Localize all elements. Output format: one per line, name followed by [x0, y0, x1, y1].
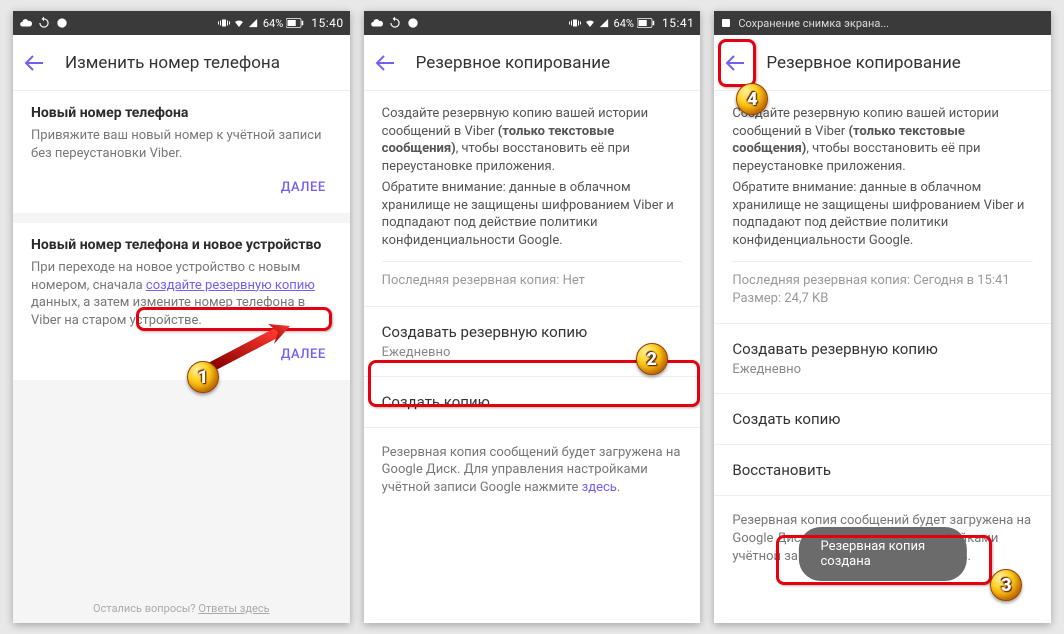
backup-desc: Создайте резервную копию вашей истории с…: [382, 105, 683, 175]
sync-icon: [37, 16, 51, 30]
battery-pct: 64%: [263, 17, 283, 30]
annotation-marker-1: 1: [187, 361, 219, 393]
backup-warning: Обратите внимание: данные в облачном хра…: [732, 179, 1033, 249]
vibrate-icon: [569, 17, 581, 29]
wifi-icon: [584, 17, 596, 29]
google-settings-link[interactable]: здесь: [582, 480, 617, 495]
page-title: Резервное копирование: [766, 53, 960, 73]
cloud-icon: [19, 16, 33, 30]
backup-info-section: Создайте резервную копию вашей истории с…: [714, 91, 1051, 321]
signal-icon: [248, 17, 258, 29]
help-link[interactable]: Ответы здесь: [198, 602, 269, 615]
last-backup-info: Последняя резервная копия: Сегодня в 15:…: [732, 272, 1033, 290]
clock-text: 15:41: [662, 16, 694, 30]
cloud-icon: [370, 16, 384, 30]
clock-text: 15:40: [311, 16, 343, 30]
restore-item[interactable]: Восстановить: [714, 447, 1051, 493]
wifi-icon: [233, 17, 245, 29]
app-bar: Резервное копирование: [364, 35, 701, 91]
create-backup-item[interactable]: Создать копию: [364, 379, 701, 425]
backup-frequency-item[interactable]: Создавать резервную копию Ежедневно: [714, 326, 1051, 391]
back-icon[interactable]: [23, 51, 47, 75]
page-title: Резервное копирование: [416, 53, 610, 73]
vibrate-icon: [218, 17, 230, 29]
section-desc: При переходе на новое устройство с новым…: [31, 259, 332, 329]
viber-notif-icon: [406, 16, 420, 30]
backup-info-section: Создайте резервную копию вашей истории с…: [364, 91, 701, 304]
app-bar: Изменить номер телефона: [13, 35, 350, 91]
footer-help: Остались вопросы? Ответы здесь: [13, 594, 350, 623]
status-bar: Сохранение снимка экрана...: [714, 11, 1051, 35]
next-button[interactable]: ДАЛЕЕ: [275, 172, 332, 203]
toast-message: Резервная копия создана: [799, 527, 967, 581]
phone-screen-2: 64% 15:41 Резервное копирование Создайте…: [364, 11, 701, 623]
new-device-section: Новый номер телефона и новое устройство …: [13, 223, 350, 380]
battery-icon: [637, 17, 655, 29]
annotation-marker-3: 3: [990, 569, 1022, 601]
section-heading: Новый номер телефона и новое устройство: [31, 237, 332, 253]
save-icon: [720, 17, 732, 29]
google-info: Резервная копия сообщений будет загружен…: [364, 430, 701, 507]
battery-pct: 64%: [614, 17, 634, 30]
phone-screen-1: 64% 15:40 Изменить номер телефона Новый …: [13, 11, 350, 623]
viber-notif-icon: [55, 16, 69, 30]
new-number-section: Новый номер телефона Привяжите ваш новый…: [13, 91, 350, 213]
backup-size: Размер: 24,7 KB: [732, 290, 1033, 308]
status-bar: 64% 15:41: [364, 11, 701, 35]
phone-screen-3: Сохранение снимка экрана... Резервное ко…: [714, 11, 1051, 623]
last-backup-info: Последняя резервная копия: Нет: [382, 272, 683, 290]
sync-icon: [388, 16, 402, 30]
annotation-marker-4: 4: [736, 83, 768, 115]
page-title: Изменить номер телефона: [65, 53, 280, 73]
section-heading: Новый номер телефона: [31, 105, 332, 121]
back-icon[interactable]: [374, 51, 398, 75]
signal-icon: [599, 17, 609, 29]
back-icon[interactable]: [724, 51, 748, 75]
create-backup-item[interactable]: Создать копию: [714, 396, 1051, 442]
status-bar: 64% 15:40: [13, 11, 350, 35]
backup-warning: Обратите внимание: данные в облачном хра…: [382, 179, 683, 249]
backup-desc: Создайте резервную копию вашей истории с…: [732, 105, 1033, 175]
annotation-marker-2: 2: [636, 343, 668, 375]
section-desc: Привяжите ваш новый номер к учётной запи…: [31, 127, 332, 162]
next-button[interactable]: ДАЛЕЕ: [275, 339, 332, 370]
backup-link[interactable]: создайте резервную копию: [146, 278, 315, 293]
saving-text: Сохранение снимка экрана...: [738, 17, 889, 30]
battery-icon: [286, 17, 304, 29]
content: Новый номер телефона Привяжите ваш новый…: [13, 91, 350, 623]
